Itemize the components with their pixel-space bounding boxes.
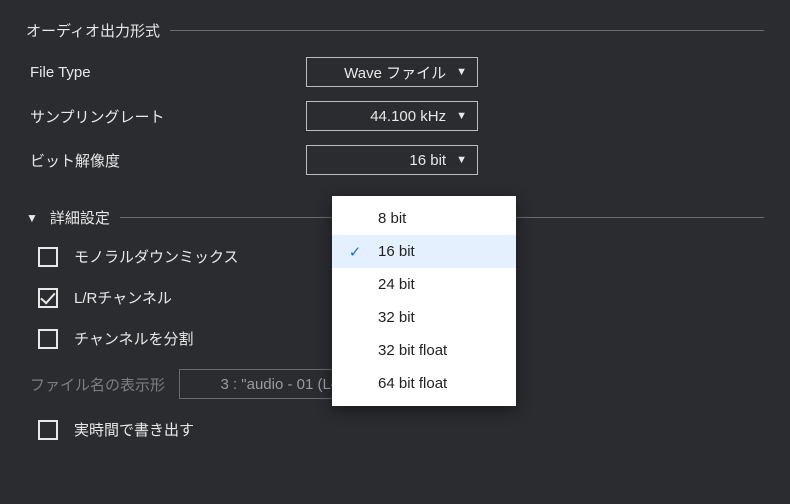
label-split-channels: チャンネルを分割 (74, 328, 194, 349)
row-file-type: File Type Wave ファイル ▼ (26, 57, 764, 87)
label-mono-downmix: モノラルダウンミックス (74, 246, 239, 267)
row-realtime-export: 実時間で書き出す (26, 419, 764, 440)
menu-item-label: 24 bit (378, 276, 415, 293)
dropdown-file-type[interactable]: Wave ファイル ▼ (306, 57, 478, 87)
dropdown-sample-rate[interactable]: 44.100 kHz ▼ (306, 101, 478, 131)
menu-item-8bit[interactable]: 8 bit (332, 202, 516, 235)
label-filename-format: ファイル名の表示形 (30, 374, 165, 395)
menu-item-label: 8 bit (378, 210, 406, 227)
collapse-icon: ▼ (26, 211, 38, 225)
dropdown-bit-depth-value: 16 bit (409, 152, 446, 169)
checkbox-lr-channel[interactable] (38, 288, 58, 308)
menu-item-16bit[interactable]: ✓ 16 bit (332, 235, 516, 268)
chevron-down-icon: ▼ (456, 66, 467, 78)
dropdown-file-type-value: Wave ファイル (344, 62, 446, 83)
label-file-type: File Type (26, 64, 306, 81)
label-lr-channel: L/Rチャンネル (74, 287, 172, 308)
chevron-down-icon: ▼ (456, 110, 467, 122)
checkbox-realtime-export[interactable] (38, 420, 58, 440)
menu-item-label: 32 bit (378, 309, 415, 326)
section-title-output: オーディオ出力形式 (26, 20, 160, 41)
menu-item-label: 32 bit float (378, 342, 447, 359)
menu-bit-depth: 8 bit ✓ 16 bit 24 bit 32 bit 32 bit floa… (332, 196, 516, 406)
check-icon: ✓ (346, 243, 364, 261)
menu-item-label: 16 bit (378, 243, 415, 260)
label-sample-rate: サンプリングレート (26, 106, 306, 127)
checkbox-split-channels[interactable] (38, 329, 58, 349)
section-header-output: オーディオ出力形式 (26, 20, 764, 41)
dropdown-sample-rate-value: 44.100 kHz (370, 108, 446, 125)
label-realtime-export: 実時間で書き出す (74, 419, 194, 440)
menu-item-64bit-float[interactable]: 64 bit float (332, 367, 516, 400)
dropdown-bit-depth[interactable]: 16 bit ▼ (306, 145, 478, 175)
section-title-advanced: 詳細設定 (50, 207, 110, 228)
menu-item-label: 64 bit float (378, 375, 447, 392)
divider (170, 30, 764, 31)
menu-item-24bit[interactable]: 24 bit (332, 268, 516, 301)
label-bit-depth: ビット解像度 (26, 150, 306, 171)
checkbox-mono-downmix[interactable] (38, 247, 58, 267)
row-bit-depth: ビット解像度 16 bit ▼ (26, 145, 764, 175)
row-sample-rate: サンプリングレート 44.100 kHz ▼ (26, 101, 764, 131)
menu-item-32bit[interactable]: 32 bit (332, 301, 516, 334)
menu-item-32bit-float[interactable]: 32 bit float (332, 334, 516, 367)
chevron-down-icon: ▼ (456, 154, 467, 166)
